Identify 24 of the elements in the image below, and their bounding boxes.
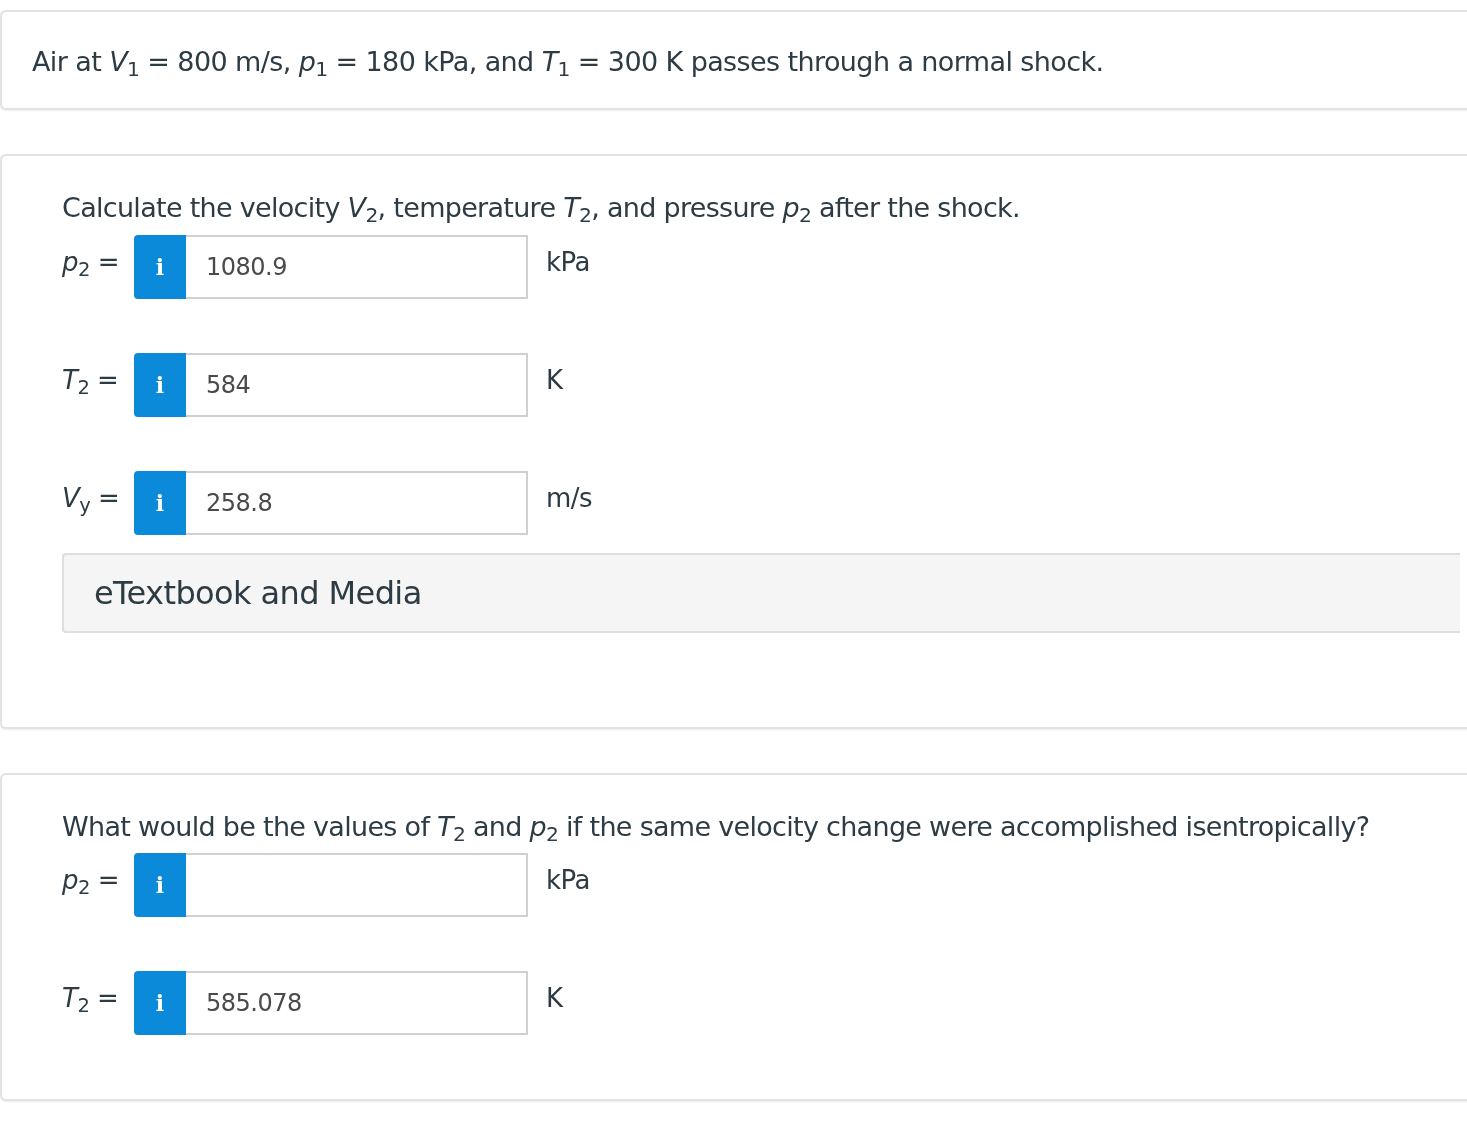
unit-label: K <box>546 363 563 395</box>
variable-label: T$_{2}$ = <box>62 982 120 1014</box>
media-link-text: eTextbook and Media <box>94 573 422 612</box>
answer-field[interactable]: 258.8 <box>186 470 528 535</box>
answer-field[interactable]: 1080.9 <box>186 234 528 299</box>
info-button[interactable]: i <box>134 352 186 417</box>
answer-field[interactable]: 584 <box>186 352 528 417</box>
variable-label: p$_{2}$ = <box>62 864 120 896</box>
unit-label: K <box>546 982 563 1014</box>
info-button[interactable]: i <box>134 853 186 918</box>
answer-field[interactable] <box>186 853 528 918</box>
question-text: Calculate the velocity V$_{2}$, temperature T$_{2}$, and pressure p$_{2}$ after the shock. <box>62 192 1021 225</box>
unit-label: kPa <box>546 245 590 277</box>
info-button[interactable]: i <box>134 470 186 535</box>
info-button[interactable]: i <box>134 971 186 1036</box>
problem-statement: Air at V$_{1}$ = 800 m/s, p$_{1}$ = 180 kPa, and T$_{1}$ = 300 K passes through a normal shock. <box>32 46 1105 79</box>
answer-field[interactable]: 585.078 <box>186 971 528 1036</box>
variable-label: T$_{2}$ = <box>62 363 120 395</box>
info-button[interactable]: i <box>134 234 186 299</box>
unit-label: kPa <box>546 864 590 896</box>
media-bar[interactable]: eTextbook and Media <box>62 552 1460 633</box>
variable-label: p$_{2}$ = <box>62 245 120 277</box>
unit-label: m/s <box>546 481 593 513</box>
question-text: What would be the values of T$_{2}$ and p$_{2}$ if the same velocity change were accomplished isentropically? <box>62 810 1371 844</box>
